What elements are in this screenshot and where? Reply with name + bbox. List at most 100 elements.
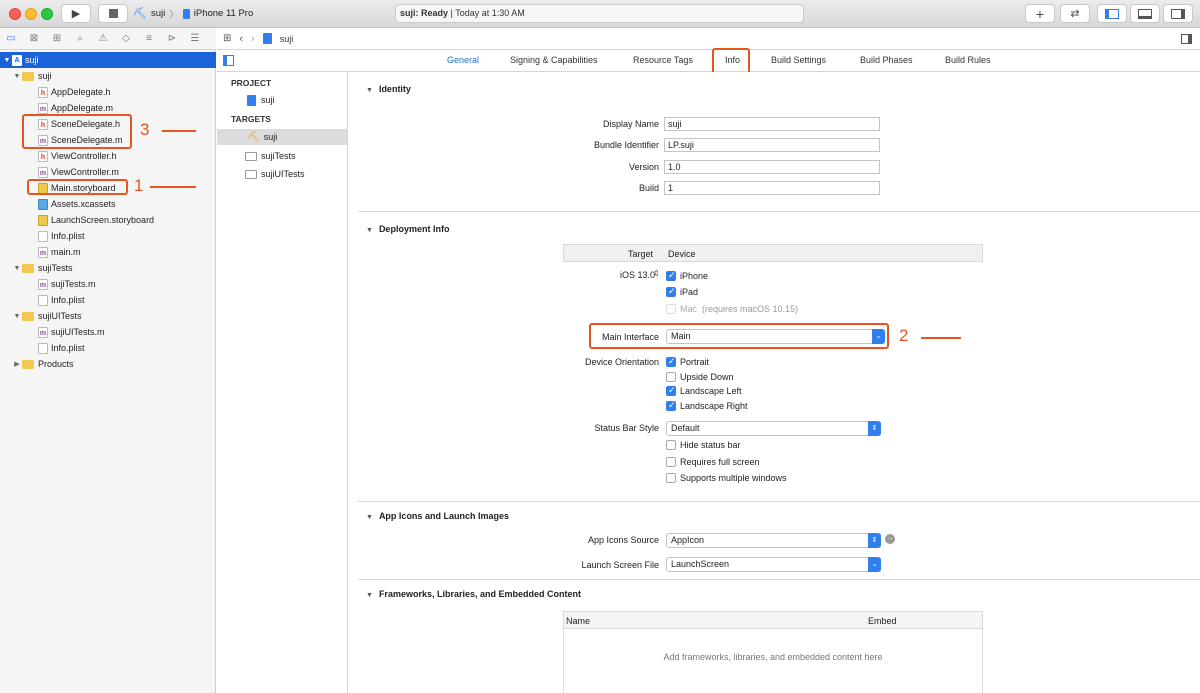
disclosure-open-icon[interactable]: ▼ (12, 73, 22, 80)
tree-item-file[interactable]: m sujiUITests.m (0, 324, 216, 340)
debug-icon[interactable]: ≡ (142, 32, 156, 46)
back-arrow-icon[interactable]: ‹ (239, 33, 243, 45)
tree-item-file[interactable]: h ViewController.h (0, 148, 216, 164)
close-window-button[interactable] (9, 8, 21, 20)
launch-screen-file-select[interactable]: LaunchScreen ⌄ (666, 557, 881, 572)
forward-arrow-icon[interactable]: › (251, 33, 255, 45)
tree-item-file[interactable]: h AppDelegate.h (0, 84, 216, 100)
report-icon[interactable]: ☰ (188, 32, 202, 46)
disclosure-open-icon[interactable]: ▼ (366, 227, 373, 234)
project-item[interactable]: suji (217, 92, 347, 108)
plist-icon (38, 294, 48, 306)
requires-full-screen-checkbox[interactable] (666, 457, 676, 467)
stop-button[interactable] (98, 4, 128, 23)
status-bar-style-select[interactable]: Default ⇕ (666, 421, 881, 436)
disclosure-open-icon[interactable]: ▼ (366, 87, 373, 94)
tree-item-file[interactable]: m main.m (0, 244, 216, 260)
tab-resource-tags[interactable]: Resource Tags (633, 55, 693, 65)
go-to-arrow-icon[interactable]: → (885, 534, 895, 544)
toggle-inspector-button[interactable] (1163, 4, 1193, 23)
landscape-right-checkbox[interactable] (666, 400, 676, 411)
disclosure-open-icon[interactable]: ▼ (12, 313, 22, 320)
tree-item-file[interactable]: m ViewController.m (0, 164, 216, 180)
tab-build-rules[interactable]: Build Rules (945, 55, 991, 65)
iphone-checkbox[interactable] (666, 270, 676, 281)
show-targets-icon[interactable] (223, 55, 234, 66)
source-control-icon[interactable]: ⊠ (27, 32, 41, 46)
related-items-icon[interactable]: ⊞ (223, 33, 231, 44)
stepper-icon: ⇕ (868, 533, 881, 548)
identity-section-header[interactable]: ▼ Identity (366, 84, 411, 94)
folder-icon[interactable]: ▭ (4, 32, 18, 46)
target-item-tests[interactable]: sujiTests (217, 148, 347, 164)
status-rest-text: | Today at 1:30 AM (448, 8, 525, 18)
tab-build-phases[interactable]: Build Phases (860, 55, 913, 65)
upside-down-checkbox[interactable] (666, 372, 676, 382)
target-item-app[interactable]: ⛏ suji (217, 129, 347, 145)
breadcrumb[interactable]: suji (280, 34, 294, 44)
symbol-icon[interactable]: ⊞ (50, 32, 64, 46)
app-icons-source-select[interactable]: AppIcon ⇕ (666, 533, 881, 548)
portrait-label: Portrait (680, 357, 710, 367)
display-name-field[interactable]: suji (664, 117, 880, 131)
minimize-window-button[interactable] (25, 8, 37, 20)
landscape-right-label: Landscape Right (680, 401, 748, 411)
tree-item-project[interactable]: ▼ A suji (0, 52, 216, 68)
ios-version-selector[interactable]: iOS 13.0 (620, 270, 655, 280)
build-field[interactable]: 1 (664, 181, 880, 195)
toggle-debug-area-button[interactable] (1130, 4, 1160, 23)
run-button[interactable]: ▶ (61, 4, 91, 23)
disclosure-open-icon[interactable]: ▼ (366, 514, 373, 521)
tree-item-file[interactable]: Assets.xcassets (0, 196, 216, 212)
tree-item-label: suji (38, 71, 52, 81)
version-field[interactable]: 1.0 (664, 160, 880, 174)
tree-item-file[interactable]: m sujiTests.m (0, 276, 216, 292)
disclosure-open-icon[interactable]: ▼ (2, 57, 12, 64)
library-button[interactable]: + (1025, 4, 1055, 23)
tree-item-group[interactable]: ▼ suji (0, 68, 216, 84)
deployment-section-header[interactable]: ▼ Deployment Info (366, 224, 449, 234)
implementation-file-icon: m (38, 102, 48, 114)
stepper-icon[interactable]: ⇕ (653, 269, 660, 278)
disclosure-open-icon[interactable]: ▼ (12, 265, 22, 272)
implementation-file-icon: m (38, 246, 48, 258)
ipad-checkbox[interactable] (666, 286, 676, 297)
annotation-arrow-1 (150, 186, 196, 188)
split-editor-icon[interactable] (1181, 33, 1192, 44)
landscape-left-checkbox[interactable] (666, 385, 676, 396)
code-review-button[interactable]: ⇄ (1060, 4, 1090, 23)
search-icon[interactable]: ⌕ (73, 32, 87, 46)
toggle-navigator-button[interactable] (1097, 4, 1127, 23)
stepper-icon: ⇕ (868, 421, 881, 436)
disclosure-open-icon[interactable]: ▼ (366, 592, 373, 599)
display-name-label: Display Name (602, 119, 659, 129)
tree-item-file[interactable]: Info.plist (0, 228, 216, 244)
tab-build-settings[interactable]: Build Settings (771, 55, 826, 65)
header-file-icon: h (38, 150, 48, 162)
tree-item-group[interactable]: ▼ sujiUITests (0, 308, 216, 324)
portrait-checkbox[interactable] (666, 356, 676, 367)
tree-item-file[interactable]: Info.plist (0, 340, 216, 356)
tree-item-group[interactable]: ▶ Products (0, 356, 216, 372)
breakpoint-icon[interactable]: ⊳ (165, 32, 179, 46)
general-settings-pane: ▼ Identity Display Name suji Bundle Ident… (348, 72, 1200, 693)
target-item-uitests[interactable]: sujiUITests (217, 166, 347, 182)
tab-signing-capabilities[interactable]: Signing & Capabilities (510, 55, 598, 65)
app-icons-section-header[interactable]: ▼ App Icons and Launch Images (366, 511, 509, 521)
issue-icon[interactable]: ⚠ (96, 32, 110, 46)
frameworks-section-header[interactable]: ▼ Frameworks, Libraries, and Embedded Con… (366, 589, 581, 599)
hide-status-bar-checkbox[interactable] (666, 440, 676, 450)
zoom-window-button[interactable] (41, 8, 53, 20)
mac-checkbox[interactable] (666, 304, 676, 314)
tree-item-group[interactable]: ▼ sujiTests (0, 260, 216, 276)
tree-item-file[interactable]: Info.plist (0, 292, 216, 308)
tree-item-label: Products (38, 359, 74, 369)
test-icon[interactable]: ◇ (119, 32, 133, 46)
disclosure-closed-icon[interactable]: ▶ (12, 360, 22, 368)
bundle-identifier-field[interactable]: LP.suji (664, 138, 880, 152)
tree-item-file[interactable]: LaunchScreen.storyboard (0, 212, 216, 228)
scheme-selector[interactable]: ⛏ suji 〉 iPhone 11 Pro (133, 4, 253, 23)
tab-general[interactable]: General (447, 55, 479, 65)
multiple-windows-checkbox[interactable] (666, 473, 676, 483)
play-icon: ▶ (71, 8, 81, 20)
